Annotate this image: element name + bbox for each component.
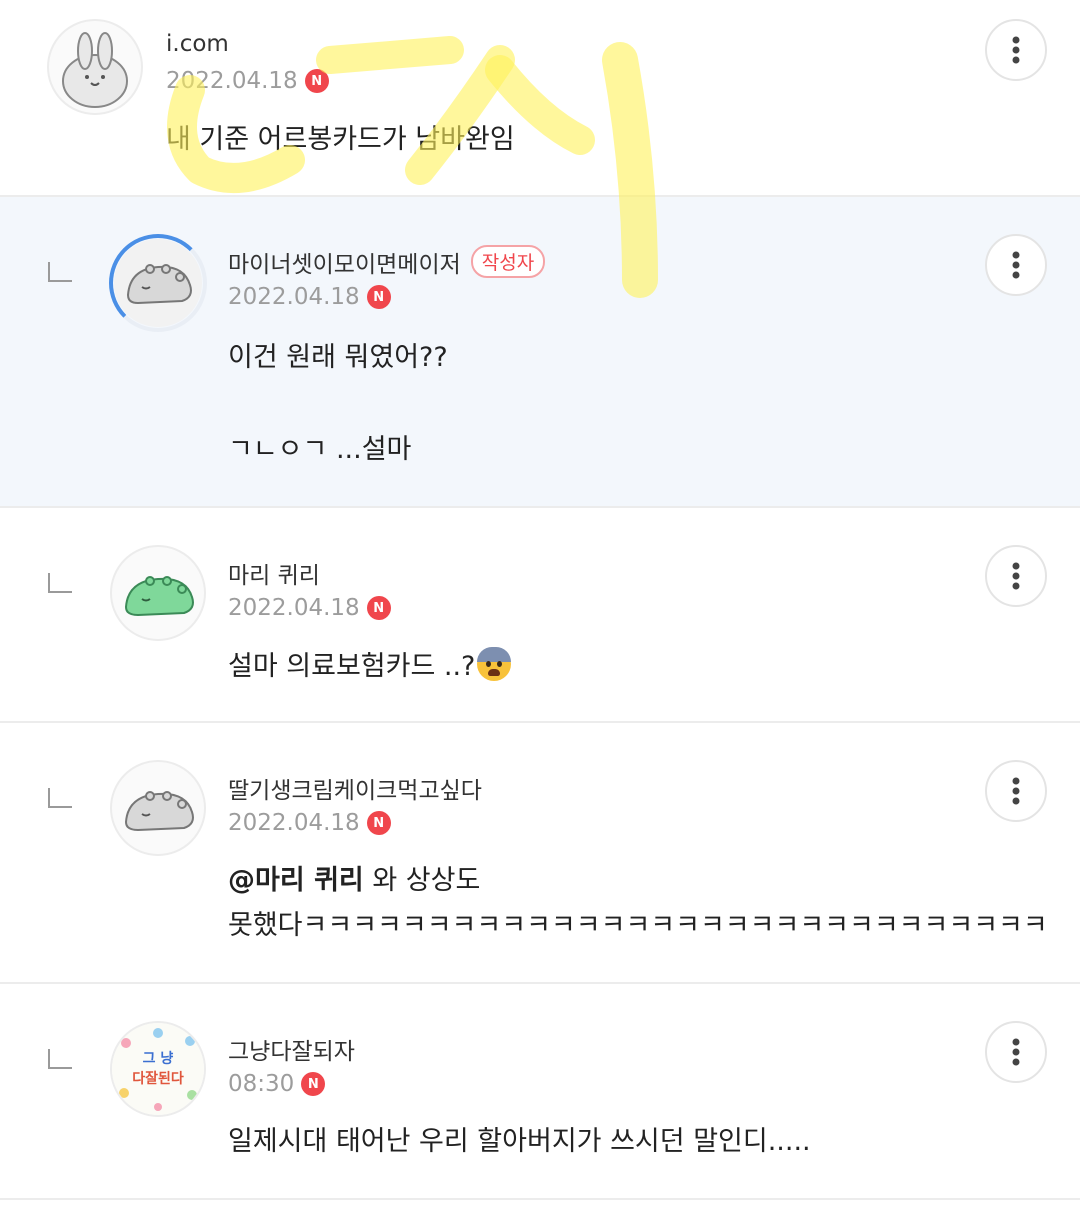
reply-arrow-icon (48, 262, 72, 282)
comment-nickname[interactable]: i.com (166, 31, 229, 57)
comment-date-text: 2022.04.18 (228, 595, 360, 621)
more-options-button[interactable] (985, 760, 1047, 822)
comment-text: 이건 원래 뭐였어?? (228, 342, 448, 373)
avatar[interactable] (114, 239, 202, 327)
avatar-text-line-1: 그 냥 (143, 1050, 174, 1067)
comment-date-text: 2022.04.18 (166, 68, 298, 94)
comment-text: @마리 퀴리 와 상상도 (228, 858, 480, 904)
comment-text: ㄱㄴㅇㄱ ...설마 (228, 434, 412, 465)
new-badge-icon: N (366, 596, 391, 620)
reply-arrow-icon (48, 1049, 72, 1069)
comment-nickname[interactable]: 마리 퀴리 (228, 556, 320, 590)
reply-arrow-icon (48, 788, 72, 808)
avatar[interactable]: 그 냥 다잘된다 (110, 1021, 206, 1117)
comment-item: 마이너셋이모이면메이저 작성자 2022.04.18 N 이건 원래 뭐였어?? … (0, 197, 1080, 508)
more-options-button[interactable] (985, 545, 1047, 607)
more-vertical-icon (1012, 562, 1020, 590)
comment-item: 딸기생크림케이크먹고싶다 2022.04.18 N @마리 퀴리 와 상상도 못… (0, 723, 1080, 984)
comment-date: 2022.04.18 N (228, 284, 391, 310)
comment-text: 설마 의료보험카드 ..? (228, 644, 512, 690)
comment-text-content: 와 상상도 (363, 865, 481, 896)
comment-text: 내 기준 어르봉카드가 남바완임 (166, 124, 515, 155)
comment-date-text: 2022.04.18 (228, 810, 360, 836)
more-options-button[interactable] (985, 1021, 1047, 1083)
avatar[interactable] (110, 545, 206, 641)
comment-text: 일제시대 태어난 우리 할아버지가 쓰시던 말인디..... (228, 1126, 811, 1157)
comment-item: i.com 2022.04.18 N 내 기준 어르봉카드가 남바완임 (0, 0, 1080, 197)
new-badge-icon: N (301, 1072, 326, 1096)
avatar[interactable] (47, 19, 143, 115)
comment-nickname[interactable]: 그냥다잘되자 (228, 1032, 355, 1066)
comment-date: 2022.04.18 N (166, 68, 329, 94)
comment-date-text: 08:30 (228, 1071, 295, 1097)
new-badge-icon: N (366, 811, 391, 835)
avatar-text-line-2: 다잘된다 (132, 1070, 184, 1087)
comment-date: 08:30 N (228, 1071, 326, 1097)
more-vertical-icon (1012, 36, 1020, 64)
new-badge-icon: N (366, 285, 391, 309)
more-vertical-icon (1012, 1038, 1020, 1066)
comment-item: 그 냥 다잘된다 그냥다잘되자 08:30 N 일제시대 태어난 우리 할아버지… (0, 984, 1080, 1200)
more-options-button[interactable] (985, 234, 1047, 296)
comment-nickname[interactable]: 딸기생크림케이크먹고싶다 (228, 771, 482, 805)
avatar[interactable] (110, 760, 206, 856)
comment-text-content: 설마 의료보험카드 ..? (228, 651, 476, 682)
comment-date: 2022.04.18 N (228, 595, 391, 621)
comment-text: 못했다ㅋㅋㅋㅋㅋㅋㅋㅋㅋㅋㅋㅋㅋㅋㅋㅋㅋㅋㅋㅋㅋㅋㅋㅋㅋㅋㅋㅋㅋㅋ (228, 910, 1048, 941)
reply-arrow-icon (48, 573, 72, 593)
more-vertical-icon (1012, 251, 1020, 279)
comment-nickname-text: 마이너셋이모이면메이저 (228, 252, 461, 278)
comment-date-text: 2022.04.18 (228, 284, 360, 310)
more-vertical-icon (1012, 777, 1020, 805)
author-badge: 작성자 (470, 245, 546, 278)
comment-item: 마리 퀴리 2022.04.18 N 설마 의료보험카드 ..? (0, 508, 1080, 723)
comment-date: 2022.04.18 N (228, 810, 391, 836)
anxious-face-emoji (477, 647, 512, 681)
comment-nickname[interactable]: 마이너셋이모이면메이저 작성자 (228, 245, 546, 279)
mention-link[interactable]: @마리 퀴리 (228, 865, 364, 896)
new-badge-icon: N (304, 69, 329, 93)
more-options-button[interactable] (985, 19, 1047, 81)
